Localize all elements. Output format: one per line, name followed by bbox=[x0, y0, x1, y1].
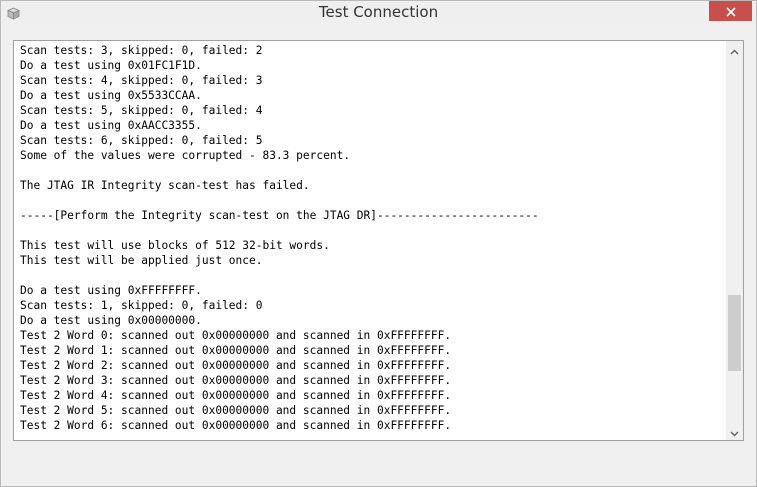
log-line: Do a test using 0x01FC1F1D. bbox=[20, 59, 202, 72]
log-line: Test 2 Word 1: scanned out 0x00000000 an… bbox=[20, 344, 452, 357]
close-button[interactable] bbox=[709, 1, 752, 21]
log-line: Do a test using 0xAACC3355. bbox=[20, 119, 202, 132]
log-line: Some of the values were corrupted - 83.3… bbox=[20, 149, 351, 162]
log-text: Scan tests: 3, skipped: 0, failed: 2 Do a… bbox=[20, 43, 725, 440]
log-line: Test 2 Word 0: scanned out 0x00000000 an… bbox=[20, 329, 452, 342]
log-line: Scan tests: 5, skipped: 0, failed: 4 bbox=[20, 104, 263, 117]
log-line: Test 2 Word 3: scanned out 0x00000000 an… bbox=[20, 374, 452, 387]
log-output-textbox[interactable]: Scan tests: 3, skipped: 0, failed: 2 Do a… bbox=[13, 40, 744, 441]
scrollbar-thumb[interactable] bbox=[728, 295, 741, 371]
log-line: The JTAG IR Integrity scan-test has fail… bbox=[20, 179, 310, 192]
log-line: Scan tests: 6, skipped: 0, failed: 5 bbox=[20, 134, 263, 147]
client-area: Scan tests: 3, skipped: 0, failed: 2 Do a… bbox=[9, 32, 748, 480]
log-line: Scan tests: 1, skipped: 0, failed: 0 bbox=[20, 299, 263, 312]
title-bar[interactable]: Test Connection bbox=[1, 1, 756, 23]
log-line: Scan tests: 3, skipped: 0, failed: 2 bbox=[20, 44, 263, 57]
scroll-down-button[interactable] bbox=[726, 423, 743, 440]
vertical-scrollbar[interactable] bbox=[726, 41, 743, 440]
log-line: Do a test using 0xFFFFFFFF. bbox=[20, 284, 202, 297]
log-line: -----[Perform the Integrity scan-test on… bbox=[20, 209, 539, 222]
log-line: Do a test using 0x00000000. bbox=[20, 314, 202, 327]
log-line: Test 2 Word 5: scanned out 0x00000000 an… bbox=[20, 404, 452, 417]
window-title: Test Connection bbox=[318, 3, 439, 21]
chevron-down-icon bbox=[730, 422, 739, 440]
chevron-up-icon bbox=[730, 41, 739, 59]
close-icon bbox=[725, 2, 736, 21]
log-line: Scan tests: 4, skipped: 0, failed: 3 bbox=[20, 74, 263, 87]
log-line: This test will be applied just once. bbox=[20, 254, 263, 267]
log-line: This test will use blocks of 512 32-bit … bbox=[20, 239, 330, 252]
test-connection-window: Test Connection Scan tests: 3, skipped: … bbox=[0, 0, 757, 487]
scroll-up-button[interactable] bbox=[726, 41, 743, 58]
log-line: Test 2 Word 2: scanned out 0x00000000 an… bbox=[20, 359, 452, 372]
log-line: Do a test using 0x5533CCAA. bbox=[20, 89, 202, 102]
log-line: Test 2 Word 6: scanned out 0x00000000 an… bbox=[20, 419, 452, 432]
log-line: Test 2 Word 4: scanned out 0x00000000 an… bbox=[20, 389, 452, 402]
